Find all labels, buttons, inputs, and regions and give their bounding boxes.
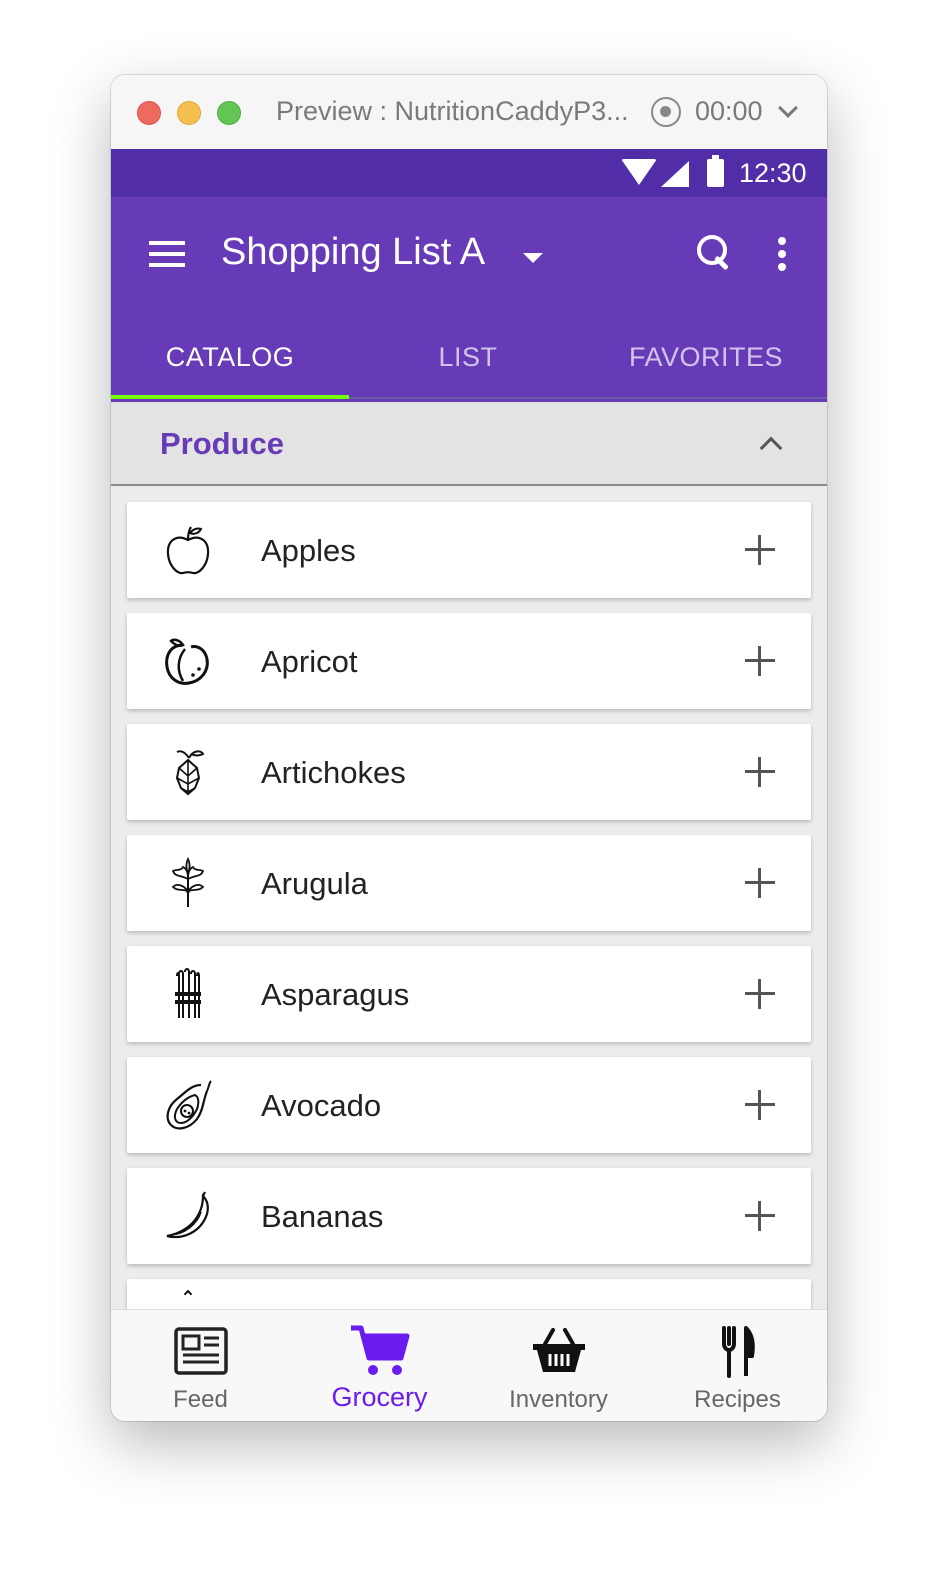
- add-icon[interactable]: [745, 535, 775, 565]
- add-icon[interactable]: [745, 979, 775, 1009]
- apricot-icon: [165, 638, 209, 685]
- apple-icon: [166, 526, 210, 575]
- hamburger-menu-icon[interactable]: [149, 241, 185, 267]
- nav-feed[interactable]: Feed: [111, 1310, 290, 1421]
- nav-label: Inventory: [509, 1386, 608, 1413]
- more-options-icon[interactable]: [777, 237, 787, 271]
- list-item[interactable]: Asparagus: [127, 946, 811, 1042]
- search-icon[interactable]: [697, 235, 733, 271]
- close-window-button[interactable]: [137, 101, 161, 125]
- item-label: Asparagus: [261, 977, 410, 1012]
- record-icon[interactable]: [651, 97, 681, 127]
- avocado-icon: [166, 1080, 212, 1130]
- basket-icon: [532, 1328, 585, 1372]
- add-icon[interactable]: [745, 868, 775, 898]
- window-title: Preview : NutritionCaddyP3...: [276, 96, 629, 126]
- banana-icon: [166, 1191, 209, 1239]
- item-label: Apricot: [261, 644, 358, 679]
- chevron-up-icon[interactable]: [759, 436, 783, 460]
- preview-window: Preview : NutritionCaddyP3... 00:00 12:3…: [111, 75, 827, 1421]
- produce-section-header[interactable]: Produce: [111, 402, 827, 486]
- item-label: Arugula: [261, 866, 368, 901]
- list-item[interactable]: Avocado: [127, 1057, 811, 1153]
- tab-catalog[interactable]: CATALOG: [111, 315, 349, 399]
- add-icon[interactable]: [745, 646, 775, 676]
- item-label: Artichokes: [261, 755, 406, 790]
- nav-inventory[interactable]: Inventory: [469, 1310, 648, 1421]
- artichoke-icon: [175, 750, 205, 796]
- nav-label: Recipes: [694, 1386, 781, 1413]
- list-dropdown-icon[interactable]: [523, 253, 543, 263]
- bottom-navigation: Feed Grocery Inventory Recipes: [111, 1309, 827, 1421]
- section-title: Produce: [160, 426, 285, 461]
- recording-timer: 00:00: [695, 96, 763, 126]
- asparagus-icon: [175, 968, 201, 1018]
- cart-icon: [350, 1325, 409, 1375]
- newspaper-icon: [173, 1327, 228, 1375]
- cell-signal-icon: [661, 161, 689, 187]
- list-item[interactable]: Bananas: [127, 1168, 811, 1264]
- list-item[interactable]: Artichokes: [127, 724, 811, 820]
- tab-favorites[interactable]: FAVORITES: [587, 315, 825, 399]
- item-label: Apples: [261, 533, 356, 568]
- tab-bar: CATALOG LIST FAVORITES: [111, 315, 827, 399]
- battery-icon: [707, 155, 724, 187]
- nav-label: Feed: [173, 1386, 228, 1413]
- active-tab-indicator: [111, 395, 349, 399]
- tab-list[interactable]: LIST: [349, 315, 587, 399]
- app-bar: Shopping List A CATALOG LIST FAVORITES: [111, 197, 827, 402]
- list-item[interactable]: Apricot: [127, 613, 811, 709]
- list-item[interactable]: Arugula: [127, 835, 811, 931]
- partial-item-icon: [183, 1289, 193, 1299]
- nav-grocery[interactable]: Grocery: [290, 1310, 469, 1421]
- status-clock: 12:30: [739, 158, 807, 188]
- minimize-window-button[interactable]: [177, 101, 201, 125]
- add-icon[interactable]: [745, 1201, 775, 1231]
- add-icon[interactable]: [745, 757, 775, 787]
- arugula-icon: [171, 857, 205, 907]
- add-icon[interactable]: [745, 1090, 775, 1120]
- item-label: Bananas: [261, 1199, 384, 1234]
- list-title[interactable]: Shopping List A: [221, 231, 485, 274]
- status-bar: 12:30: [111, 149, 827, 197]
- chevron-down-icon[interactable]: [778, 98, 798, 118]
- list-item[interactable]: Apples: [127, 502, 811, 598]
- zoom-window-button[interactable]: [217, 101, 241, 125]
- item-label: Avocado: [261, 1088, 382, 1123]
- list-item-partial[interactable]: [127, 1279, 811, 1309]
- nav-recipes[interactable]: Recipes: [648, 1310, 827, 1421]
- window-titlebar: Preview : NutritionCaddyP3... 00:00: [111, 75, 827, 149]
- wifi-icon: [621, 159, 657, 185]
- nav-label: Grocery: [331, 1382, 428, 1412]
- utensils-icon: [721, 1326, 755, 1378]
- tab-divider: [349, 397, 827, 399]
- catalog-list[interactable]: Apples Apricot Artichokes Arugula Aspara…: [111, 486, 827, 1309]
